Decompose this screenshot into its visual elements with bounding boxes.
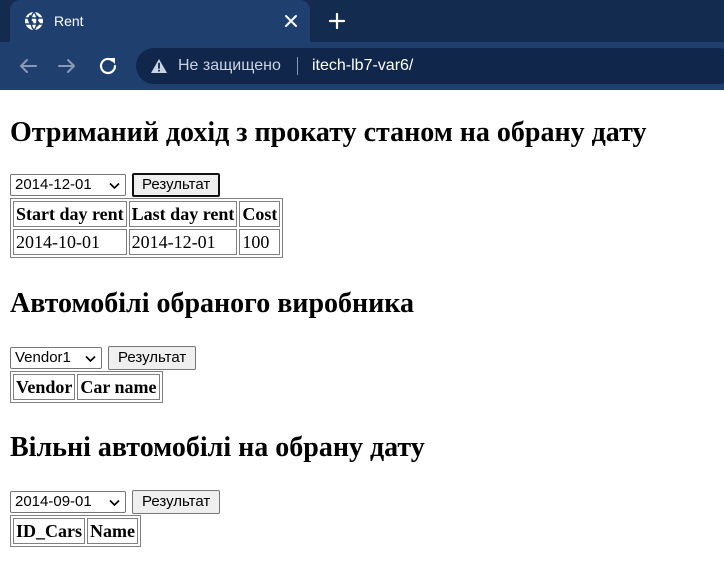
browser-toolbar: Не защищено itech-lb7-var6/ [0,42,724,90]
free-cars-date-value: 2014-09-01 [15,493,92,510]
income-form: 2014-12-01 Результат [10,173,221,198]
free-cars-form: 2014-09-01 Результат [10,490,221,515]
warning-triangle-icon[interactable] [150,58,168,74]
income-section-title: Отриманий дохід з прокату станом на обра… [10,117,647,148]
free-cars-date-select[interactable]: 2014-09-01 [10,491,126,513]
income-date-value: 2014-12-01 [15,176,92,193]
address-divider [297,57,298,75]
reload-icon[interactable] [96,54,120,78]
cell-start-day: 2014-10-01 [13,229,127,255]
vendor-table: Vendor Car name [10,371,163,403]
header-id-cars: ID_Cars [13,518,85,544]
header-cost: Cost [239,201,281,227]
free-cars-section-title: Вільні автомобілі на обрану дату [10,432,425,463]
cell-cost: 100 [239,229,281,255]
free-cars-result-button[interactable]: Результат [132,490,221,514]
header-vendor: Vendor [13,374,76,400]
back-arrow-icon[interactable] [16,54,40,78]
vendor-section-title: Автомобілі обраного виробника [10,288,414,319]
income-table: Start day rent Last day rent Cost 2014-1… [10,198,284,258]
tab-title: Rent [54,13,84,29]
address-bar[interactable]: Не защищено itech-lb7-var6/ [136,48,724,84]
income-table-header-row: Start day rent Last day rent Cost [13,201,281,227]
globe-icon [25,11,43,31]
chevron-down-icon [85,355,96,363]
forward-arrow-icon[interactable] [55,54,79,78]
vendor-value: Vendor1 [15,349,71,366]
table-row: 2014-10-01 2014-12-01 100 [13,229,281,255]
tab-strip: Rent [0,0,724,42]
income-result-button[interactable]: Результат [132,173,221,197]
header-start-day-rent: Start day rent [13,201,127,227]
header-last-day-rent: Last day rent [128,201,238,227]
cell-last-day: 2014-12-01 [128,229,238,255]
vendor-select[interactable]: Vendor1 [10,347,102,369]
header-name: Name [87,518,138,544]
close-icon[interactable] [280,10,302,32]
browser-tab-rent[interactable]: Rent [10,0,310,42]
url-text[interactable]: itech-lb7-var6/ [312,56,413,76]
new-tab-plus-icon[interactable] [326,10,348,32]
chevron-down-icon [109,182,120,190]
vendor-result-button[interactable]: Результат [108,346,197,370]
vendor-form: Vendor1 Результат [10,346,197,371]
free-cars-table-header-row: ID_Cars Name [13,518,138,544]
security-status-label[interactable]: Не защищено [178,56,281,76]
header-car-name: Car name [77,374,160,400]
income-date-select[interactable]: 2014-12-01 [10,174,126,196]
page-content: Отриманий дохід з прокату станом на обра… [0,90,724,569]
vendor-table-header-row: Vendor Car name [13,374,160,400]
browser-window: Rent Не защищено itech-lb7-var6/ Отриман… [0,0,724,569]
free-cars-table: ID_Cars Name [10,515,141,547]
chevron-down-icon [109,499,120,507]
